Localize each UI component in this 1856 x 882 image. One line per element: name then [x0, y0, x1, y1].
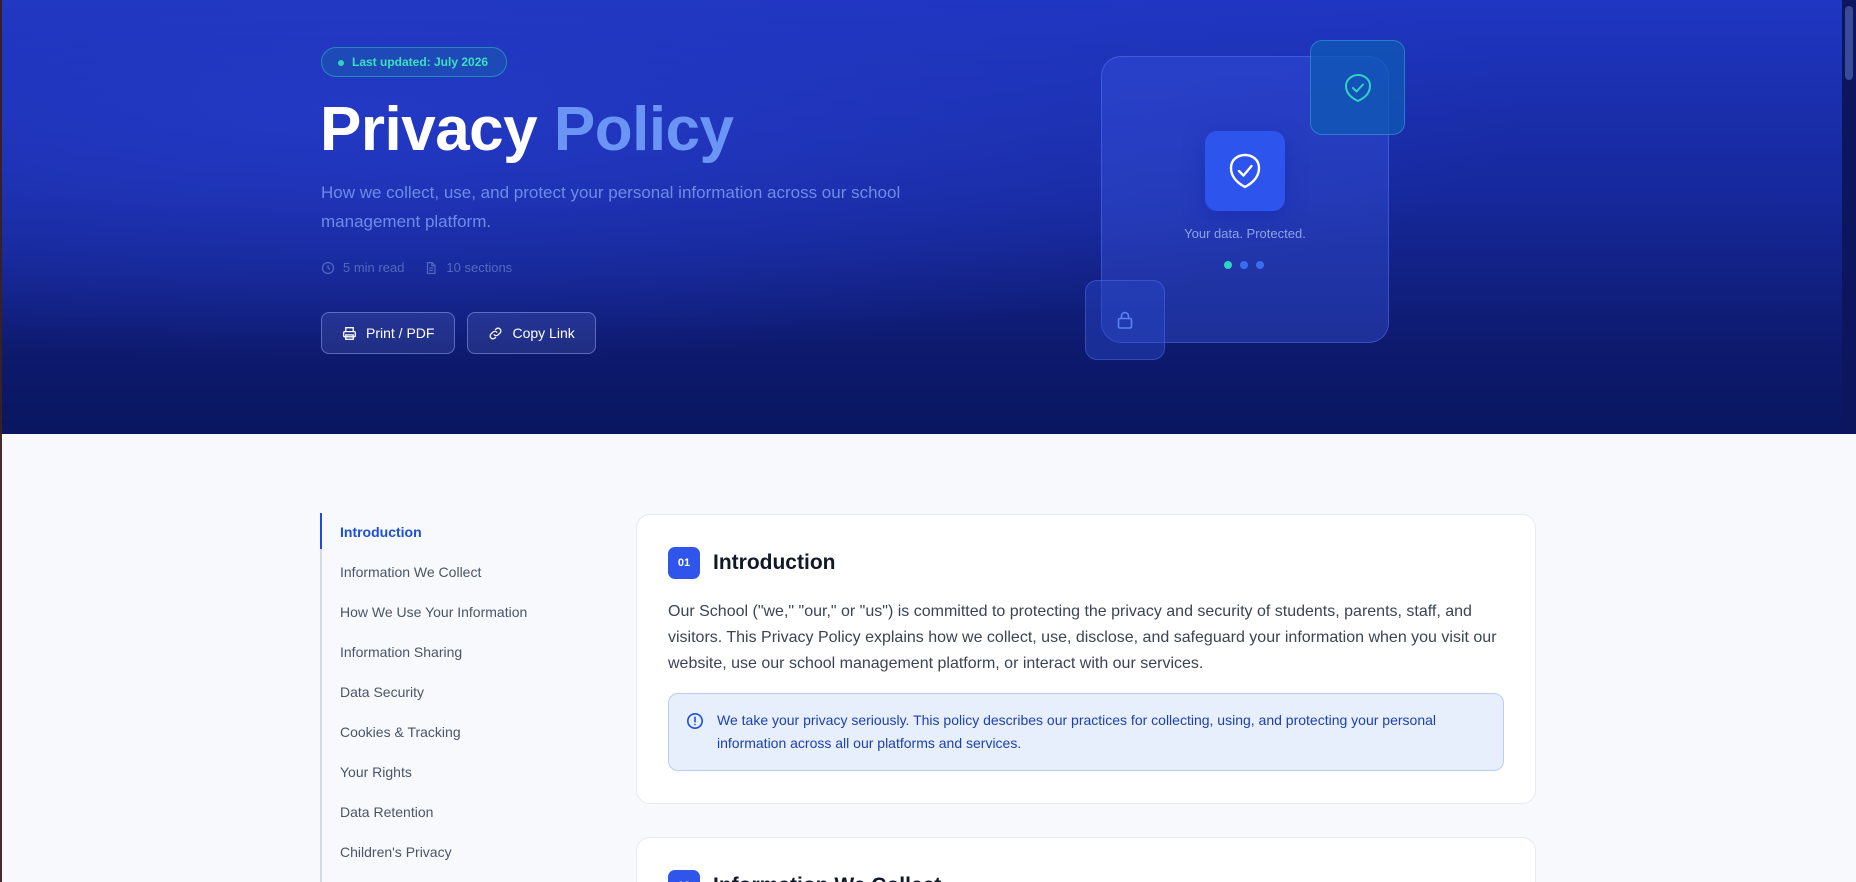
- section-card-information-we-collect: 02 Information We Collect: [636, 837, 1536, 882]
- toc-item-information-sharing[interactable]: Information Sharing: [322, 633, 580, 673]
- dot-3: [1256, 261, 1264, 269]
- toc-item-data-retention[interactable]: Data Retention: [322, 793, 580, 833]
- page-title: Privacy Policy: [320, 94, 734, 165]
- read-time-label: 5 min read: [343, 260, 405, 275]
- shield-badge: [1205, 131, 1285, 211]
- lock-badge: [1085, 280, 1165, 360]
- verified-badge: [1310, 40, 1405, 135]
- clock-icon: [321, 261, 335, 274]
- title-accent: Policy: [553, 95, 734, 164]
- section-count: 10 sections: [424, 260, 512, 275]
- hero-actions: Print / PDF Copy Link: [321, 312, 596, 354]
- printer-icon: [343, 326, 356, 340]
- section-count-label: 10 sections: [446, 260, 513, 275]
- print-pdf-label: Print / PDF: [366, 325, 435, 341]
- document-icon: [427, 261, 436, 274]
- toc-item-information-we-collect[interactable]: Information We Collect: [322, 553, 580, 593]
- section-number: 01: [668, 547, 700, 579]
- window-edge: [0, 0, 2, 434]
- illustration-caption: Your data. Protected.: [1184, 226, 1306, 241]
- toc-item-your-rights[interactable]: Your Rights: [322, 753, 580, 793]
- toc-item-cookies[interactable]: Cookies & Tracking: [322, 713, 580, 753]
- page-subtitle: How we collect, use, and protect your pe…: [321, 183, 901, 231]
- info-icon: [687, 713, 703, 729]
- toc-item-how-we-use[interactable]: How We Use Your Information: [322, 593, 580, 633]
- print-pdf-button[interactable]: Print / PDF: [321, 312, 456, 354]
- callout-text: We take your privacy seriously. This pol…: [717, 712, 1437, 751]
- link-icon: [490, 327, 502, 339]
- toc-item-introduction[interactable]: Introduction: [320, 513, 580, 553]
- carousel-dots: [1224, 261, 1264, 269]
- badge-label: Last updated: July 2026: [352, 55, 489, 69]
- read-time: 5 min read: [321, 260, 404, 275]
- badge-dot-icon: [338, 60, 344, 66]
- copy-link-button[interactable]: Copy Link: [467, 312, 596, 354]
- section-title: Information We Collect: [713, 874, 941, 882]
- section-body: Our School ("we," "our," or "us") is com…: [668, 603, 1497, 672]
- meta-info: 5 min read 10 sections: [321, 260, 512, 275]
- last-updated-badge: Last updated: July 2026: [321, 47, 508, 77]
- shield-check-icon: [1229, 153, 1261, 189]
- section-number: 02: [668, 870, 700, 882]
- toc-item-data-security[interactable]: Data Security: [322, 673, 580, 713]
- table-of-contents: Introduction Information We Collect How …: [320, 513, 580, 882]
- title-main: Privacy: [320, 95, 538, 164]
- scrollbar-thumb[interactable]: [1845, 6, 1853, 80]
- lock-icon: [1117, 311, 1133, 329]
- copy-link-label: Copy Link: [512, 325, 575, 341]
- dot-1: [1224, 261, 1232, 269]
- hero-section: Last updated: July 2026 Privacy Policy H…: [0, 0, 1856, 434]
- scrollbar[interactable]: [1842, 0, 1856, 434]
- shield-check-icon: [1344, 73, 1371, 102]
- section-title: Introduction: [713, 551, 836, 574]
- toc-item-childrens-privacy[interactable]: Children's Privacy: [322, 833, 580, 873]
- dot-2: [1240, 261, 1248, 269]
- info-callout: We take your privacy seriously. This pol…: [668, 693, 1504, 771]
- section-card-introduction: 01 Introduction Our School ("we," "our,"…: [636, 514, 1536, 804]
- window-edge: [0, 434, 2, 882]
